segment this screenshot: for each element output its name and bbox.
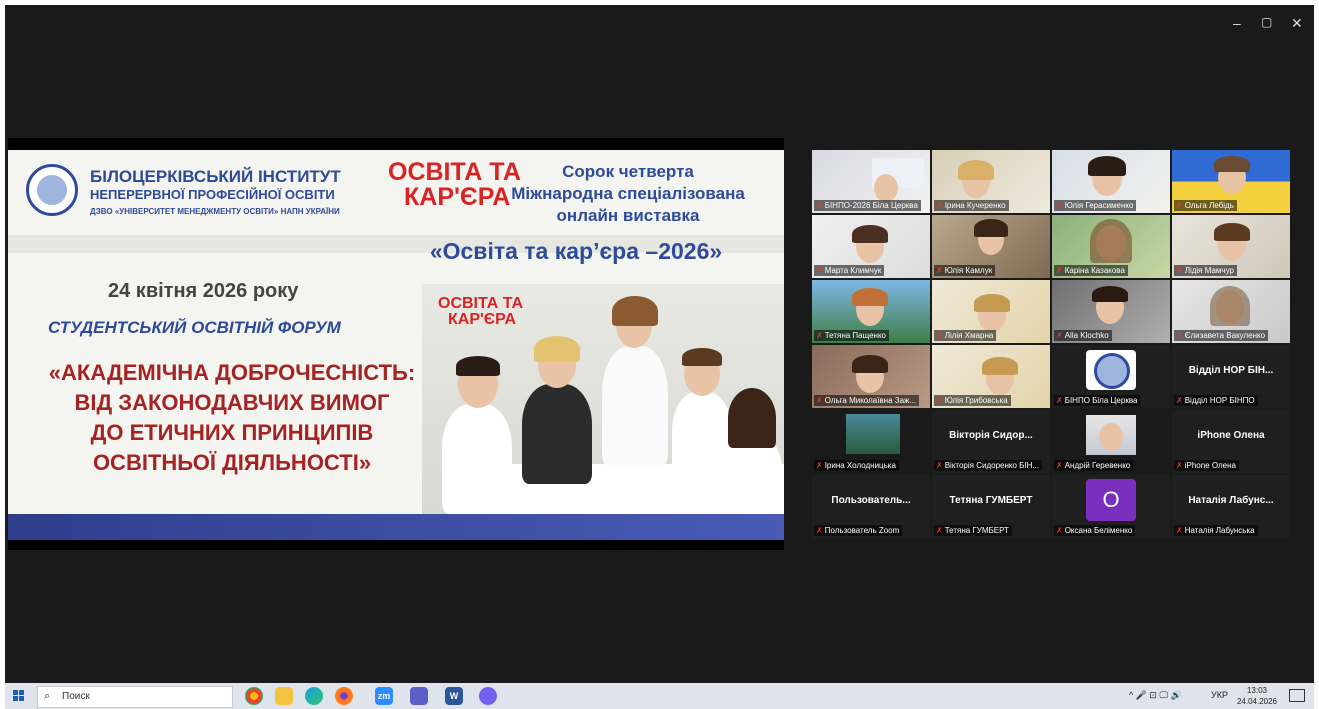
file-explorer-icon[interactable] <box>275 687 293 705</box>
participant-name: Оксана Беліменко <box>1064 526 1133 535</box>
exhibition-title: «Освіта та кар’єра –2026» <box>429 238 723 264</box>
institute-subtitle: НЕПЕРЕРВНОЇ ПРОФЕСІЙНОЇ ОСВІТИ <box>90 187 335 202</box>
participant-name: Юлія Грибовська <box>944 396 1008 405</box>
video-tile[interactable]: ✗ Ольга Лебідь <box>1172 150 1290 213</box>
edge-icon[interactable] <box>305 687 323 705</box>
exhibition-line-1: Сорок четверта <box>562 162 694 181</box>
slide-footer-bar <box>8 514 784 540</box>
participant-display-name: iPhone Олена <box>1197 430 1265 441</box>
participant-display-name: Пользователь... <box>831 495 911 506</box>
video-tile[interactable]: ✗ Ірина Холодницька <box>812 410 930 473</box>
participant-name: Лідія Мамчур <box>1184 266 1234 275</box>
language-indicator[interactable]: УКР <box>1211 690 1228 700</box>
participant-name: Наталія Лабунська <box>1184 526 1255 535</box>
viber-icon[interactable] <box>479 687 497 705</box>
exhibition-line-3: онлайн виставка <box>556 206 700 225</box>
students-photo: ОСВІТА ТА КАР'ЄРА <box>422 284 784 516</box>
video-tile[interactable]: ✗ Лідія Мамчур <box>1172 215 1290 278</box>
video-tile-no-video[interactable]: Пользователь... ✗ Пользователь Zoom <box>812 475 930 538</box>
windows-taskbar: ⌕ Поиск zm W ^ 🎤 ⊡ 🖵 🔊 УКР 13:03 24.04.2… <box>5 683 1314 709</box>
participant-initial: O <box>1086 479 1136 521</box>
participant-name: Вікторія Сидоренко БІН... <box>944 461 1040 470</box>
minimize-button[interactable]: – <box>1233 15 1241 31</box>
video-tile[interactable]: ✗ Лілія Хмарна <box>932 280 1050 343</box>
forum-title: «АКАДЕМІЧНА ДОБРОЧЕСНІСТЬ: ВІД ЗАКОНОДАВ… <box>48 360 416 475</box>
video-tile[interactable]: ✗ Юлія Камлук <box>932 215 1050 278</box>
participant-name: Ольга Миколаївна Заж... <box>824 396 917 405</box>
video-tile-initial-avatar[interactable]: O ✗ Оксана Беліменко <box>1052 475 1170 538</box>
participant-name: Андрій Геревенко <box>1064 461 1131 470</box>
video-tile-avatar[interactable]: ✗ БІНПО Біла Церква <box>1052 345 1170 408</box>
restore-button[interactable]: ▢ <box>1261 15 1272 29</box>
participant-display-name: Вікторія Сидор... <box>949 430 1033 441</box>
video-tile[interactable]: ✗ Юлія Грибовська <box>932 345 1050 408</box>
notifications-icon[interactable] <box>1289 689 1305 702</box>
teams-icon[interactable] <box>410 687 428 705</box>
start-button[interactable] <box>13 690 25 702</box>
brand-logo-small: ОСВІТА ТА КАР'ЄРА <box>438 295 524 328</box>
institute-name: БІЛОЦЕРКІВСЬКИЙ ІНСТИТУТ <box>90 167 341 186</box>
video-tile[interactable]: ✗ Ірина Кучеренко <box>932 150 1050 213</box>
participant-name: Юлія Герасименко <box>1064 201 1134 210</box>
participant-name: Відділ НОР БІНПО <box>1184 396 1255 405</box>
tray-icons[interactable]: ^ 🎤 ⊡ 🖵 🔊 <box>1129 690 1182 701</box>
participant-name: Марта Климчук <box>824 266 882 275</box>
zoom-icon[interactable]: zm <box>375 687 393 705</box>
participant-name: Тетяна ГУМБЕРТ <box>944 526 1009 535</box>
participant-name: Пользователь Zoom <box>824 526 900 535</box>
firefox-icon[interactable] <box>335 687 353 705</box>
participant-name: Ірина Кучеренко <box>944 201 1006 210</box>
forum-name: СТУДЕНТСЬКИЙ ОСВІТНІЙ ФОРУМ <box>48 318 341 337</box>
participant-name: Ірина Холодницька <box>824 461 896 470</box>
participant-display-name: Наталія Лабунс... <box>1188 495 1274 506</box>
video-tile[interactable]: ✗ Тетяна Пащенко <box>812 280 930 343</box>
participant-name: Єлизавета Вакуленко <box>1184 331 1266 340</box>
participant-name: Alla Klochko <box>1064 331 1109 340</box>
video-tile-no-video[interactable]: Наталія Лабунс... ✗ Наталія Лабунська <box>1172 475 1290 538</box>
word-icon[interactable]: W <box>445 687 463 705</box>
exhibition-line-2: Міжнародна спеціалізована <box>511 184 745 203</box>
video-tile-active-speaker[interactable]: ✗ Юлія Герасименко <box>1052 150 1170 213</box>
participant-name: Каріна Казакова <box>1064 266 1125 275</box>
search-placeholder: Поиск <box>62 691 90 702</box>
video-tile[interactable]: ✗ Alla Klochko <box>1052 280 1170 343</box>
clock[interactable]: 13:03 24.04.2026 <box>1235 685 1279 707</box>
video-tile-no-video[interactable]: Вікторія Сидор... ✗ Вікторія Сидоренко БІ… <box>932 410 1050 473</box>
participant-name: Ольга Лебідь <box>1184 201 1234 210</box>
participant-display-name: Відділ НОР БІН... <box>1188 365 1274 376</box>
participant-display-name: Тетяна ГУМБЕРТ <box>949 495 1033 506</box>
participant-name: Тетяна Пащенко <box>824 331 887 340</box>
presentation-slide: БІЛОЦЕРКІВСЬКИЙ ІНСТИТУТ НЕПЕРЕРВНОЇ ПРО… <box>8 150 784 540</box>
video-tile-no-video[interactable]: iPhone Олена ✗ iPhone Олена <box>1172 410 1290 473</box>
forum-date: 24 квітня 2026 року <box>108 280 299 302</box>
participant-name: iPhone Олена <box>1184 461 1236 470</box>
search-icon: ⌕ <box>44 690 51 702</box>
video-tile[interactable]: ✗ Андрій Геревенко <box>1052 410 1170 473</box>
participant-name: Лілія Хмарна <box>944 331 994 340</box>
institute-affiliation: ДЗВО «УНІВЕРСИТЕТ МЕНЕДЖМЕНТУ ОСВІТИ» НА… <box>90 207 340 216</box>
shared-screen: БІЛОЦЕРКІВСЬКИЙ ІНСТИТУТ НЕПЕРЕРВНОЇ ПРО… <box>8 138 784 550</box>
close-button[interactable]: ✕ <box>1291 15 1303 32</box>
video-tile-no-video[interactable]: Відділ НОР БІН... ✗ Відділ НОР БІНПО <box>1172 345 1290 408</box>
participant-name: БІНПО-2026 Біла Церква <box>824 201 918 210</box>
chrome-icon[interactable] <box>245 687 263 705</box>
video-tile[interactable]: ✗ Ольга Миколаївна Заж... <box>812 345 930 408</box>
participant-name: Юлія Камлук <box>944 266 993 275</box>
video-tile[interactable]: ✗ Єлизавета Вакуленко <box>1172 280 1290 343</box>
institute-logo-avatar <box>1086 350 1136 390</box>
video-tile[interactable]: ✗ Каріна Казакова <box>1052 215 1170 278</box>
video-tile[interactable]: ✗ БІНПО-2026 Біла Церква <box>812 150 930 213</box>
participant-name: БІНПО Біла Церква <box>1064 396 1138 405</box>
video-tile[interactable]: ✗ Марта Климчук <box>812 215 930 278</box>
search-box[interactable]: ⌕ Поиск <box>37 686 233 708</box>
institute-logo <box>26 164 78 216</box>
video-tile-no-video[interactable]: Тетяна ГУМБЕРТ ✗ Тетяна ГУМБЕРТ <box>932 475 1050 538</box>
